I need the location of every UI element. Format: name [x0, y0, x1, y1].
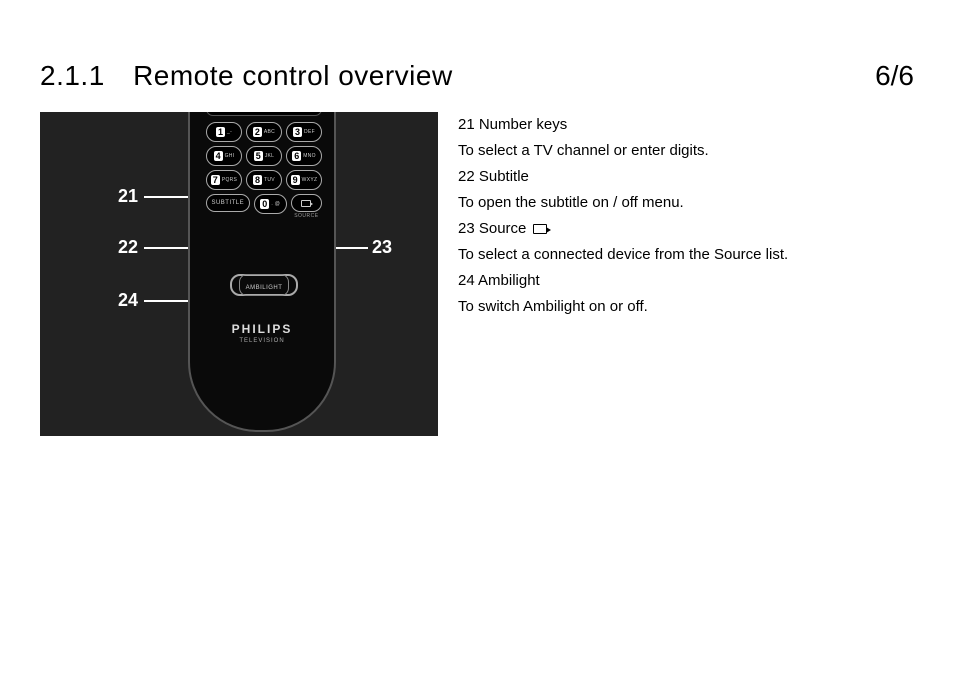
key-2: 2ABC: [246, 122, 282, 142]
desc-line: To select a TV channel or enter digits.: [458, 138, 914, 164]
brand-block: PHILIPS TELEVISION: [190, 322, 334, 344]
brand-name: PHILIPS: [190, 322, 334, 336]
key-8: 8TUV: [246, 170, 282, 190]
manual-page: 2.1.1 Remote control overview 6/6 21 22 …: [0, 0, 954, 675]
key-9: 9WXYZ: [286, 170, 322, 190]
key-5: 5JKL: [246, 146, 282, 166]
callout-24: 24: [118, 290, 138, 311]
desc-line: To select a connected device from the So…: [458, 242, 914, 268]
desc-line: 24 Ambilight: [458, 268, 914, 294]
callout-21-line: [144, 196, 194, 198]
key-subtitle: SUBTITLE: [206, 194, 250, 212]
key-4: 4GHI: [206, 146, 242, 166]
title-text: Remote control overview: [133, 60, 453, 91]
source-icon: [301, 200, 311, 207]
number-keypad: 1_- 2ABC 3DEF 4GHI 5JKL 6MNO 7PQRS 8TUV …: [206, 122, 322, 223]
callout-23: 23: [372, 237, 392, 258]
key-6: 6MNO: [286, 146, 322, 166]
key-row: 4GHI 5JKL 6MNO: [206, 146, 322, 166]
key-ambilight: AMBILIGHT: [230, 274, 298, 296]
key-0: 0. @: [254, 194, 287, 214]
remote-body: 1_- 2ABC 3DEF 4GHI 5JKL 6MNO 7PQRS 8TUV …: [188, 112, 336, 432]
top-partial-key: [206, 112, 322, 116]
description-column: 21 Number keys To select a TV channel or…: [458, 112, 914, 320]
source-label: SOURCE: [291, 213, 322, 219]
callout-22: 22: [118, 237, 138, 258]
key-row-bottom: SUBTITLE 0. @ SOURCE: [206, 194, 322, 219]
key-1: 1_-: [206, 122, 242, 142]
page-header: 2.1.1 Remote control overview 6/6: [40, 60, 914, 92]
remote-figure: 21 22 24 23 1_- 2ABC 3DEF: [40, 112, 438, 436]
section-number: 2.1.1: [40, 60, 105, 91]
key-row: 7PQRS 8TUV 9WXYZ: [206, 170, 322, 190]
content-row: 21 22 24 23 1_- 2ABC 3DEF: [40, 112, 914, 436]
key-7: 7PQRS: [206, 170, 242, 190]
key-3: 3DEF: [286, 122, 322, 142]
desc-line: To open the subtitle on / off menu.: [458, 190, 914, 216]
desc-line: 23 Source: [458, 216, 914, 242]
callout-21: 21: [118, 186, 138, 207]
source-icon: [533, 224, 547, 234]
key-source: [291, 194, 322, 212]
page-number: 6/6: [875, 60, 914, 92]
desc-line: To switch Ambilight on or off.: [458, 294, 914, 320]
page-title: 2.1.1 Remote control overview: [40, 60, 453, 92]
key-row: 1_- 2ABC 3DEF: [206, 122, 322, 142]
brand-sub: TELEVISION: [190, 338, 334, 344]
desc-line: 21 Number keys: [458, 112, 914, 138]
desc-line: 22 Subtitle: [458, 164, 914, 190]
